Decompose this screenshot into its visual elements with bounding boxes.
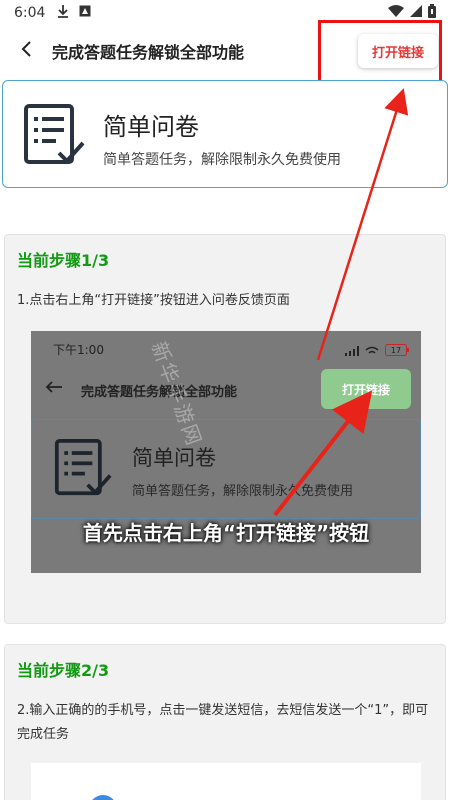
back-button[interactable]: [4, 29, 48, 73]
signal-icon: [345, 341, 359, 360]
screenshot-card-title: 简单问卷: [132, 446, 216, 470]
status-left-icons: [57, 4, 91, 22]
page-title: 完成答题任务解锁全部功能: [52, 43, 245, 62]
wifi-icon: [388, 5, 404, 21]
step-card-2: 当前步骤2/3 2.输入正确的的手机号，点击一键发送短信，去短信发送一个“1”，…: [4, 644, 446, 800]
download-icon: [57, 4, 69, 22]
tutorial-screenshot: 下午1:00 17 完成答题任务解锁全部功能 打开链接 简单问卷 简单答题任务，…: [31, 331, 421, 573]
step-2-screenshot: [31, 763, 421, 800]
screenshot-checklist-icon: [54, 438, 112, 502]
app-bar: 完成答题任务解锁全部功能 打开链接: [0, 26, 450, 76]
step-heading: 当前步骤2/3: [17, 661, 110, 680]
signal-icon: [410, 5, 422, 21]
step-description: 2.输入正确的的手机号，点击一键发送短信，去短信发送一个“1”，即可完成任务: [17, 703, 429, 742]
survey-checklist-icon: [23, 103, 85, 171]
screenshot-time: 下午1:00: [53, 343, 104, 357]
status-bar: 6:04: [0, 0, 450, 26]
survey-subtitle: 简单答题任务，解除限制永久免费使用: [103, 152, 341, 168]
screenshot-caption: 首先点击右上角“打开链接”按钮: [82, 521, 370, 545]
step-description: 1.点击右上角“打开链接”按钮进入问卷反馈页面: [17, 293, 290, 308]
wifi-icon: [365, 341, 379, 360]
status-right-icons: [388, 4, 436, 22]
screenshot-card-subtitle: 简单答题任务，解除限制永久免费使用: [132, 484, 354, 499]
battery-icon: 17: [385, 341, 409, 360]
step-heading: 当前步骤1/3: [17, 251, 110, 270]
status-time: 6:04: [14, 5, 46, 21]
screenshot-open-link-button: 打开链接: [321, 369, 411, 409]
step-card-1: 当前步骤1/3 1.点击右上角“打开链接”按钮进入问卷反馈页面 下午1:00 1…: [4, 234, 446, 624]
screenshot-battery-level: 17: [391, 346, 401, 355]
survey-title: 简单问卷: [103, 113, 199, 141]
screenshot-status-icons: 17: [345, 341, 409, 360]
open-link-button[interactable]: 打开链接: [358, 34, 438, 68]
screenshot-survey-card: 简单问卷 简单答题任务，解除限制永久免费使用: [31, 419, 421, 519]
survey-card: 简单问卷 简单答题任务，解除限制永久免费使用: [2, 80, 448, 188]
battery-icon: [428, 4, 436, 22]
app-icon: [79, 5, 91, 21]
back-arrow-icon: [20, 40, 32, 62]
screenshot-back-icon: [45, 379, 63, 398]
